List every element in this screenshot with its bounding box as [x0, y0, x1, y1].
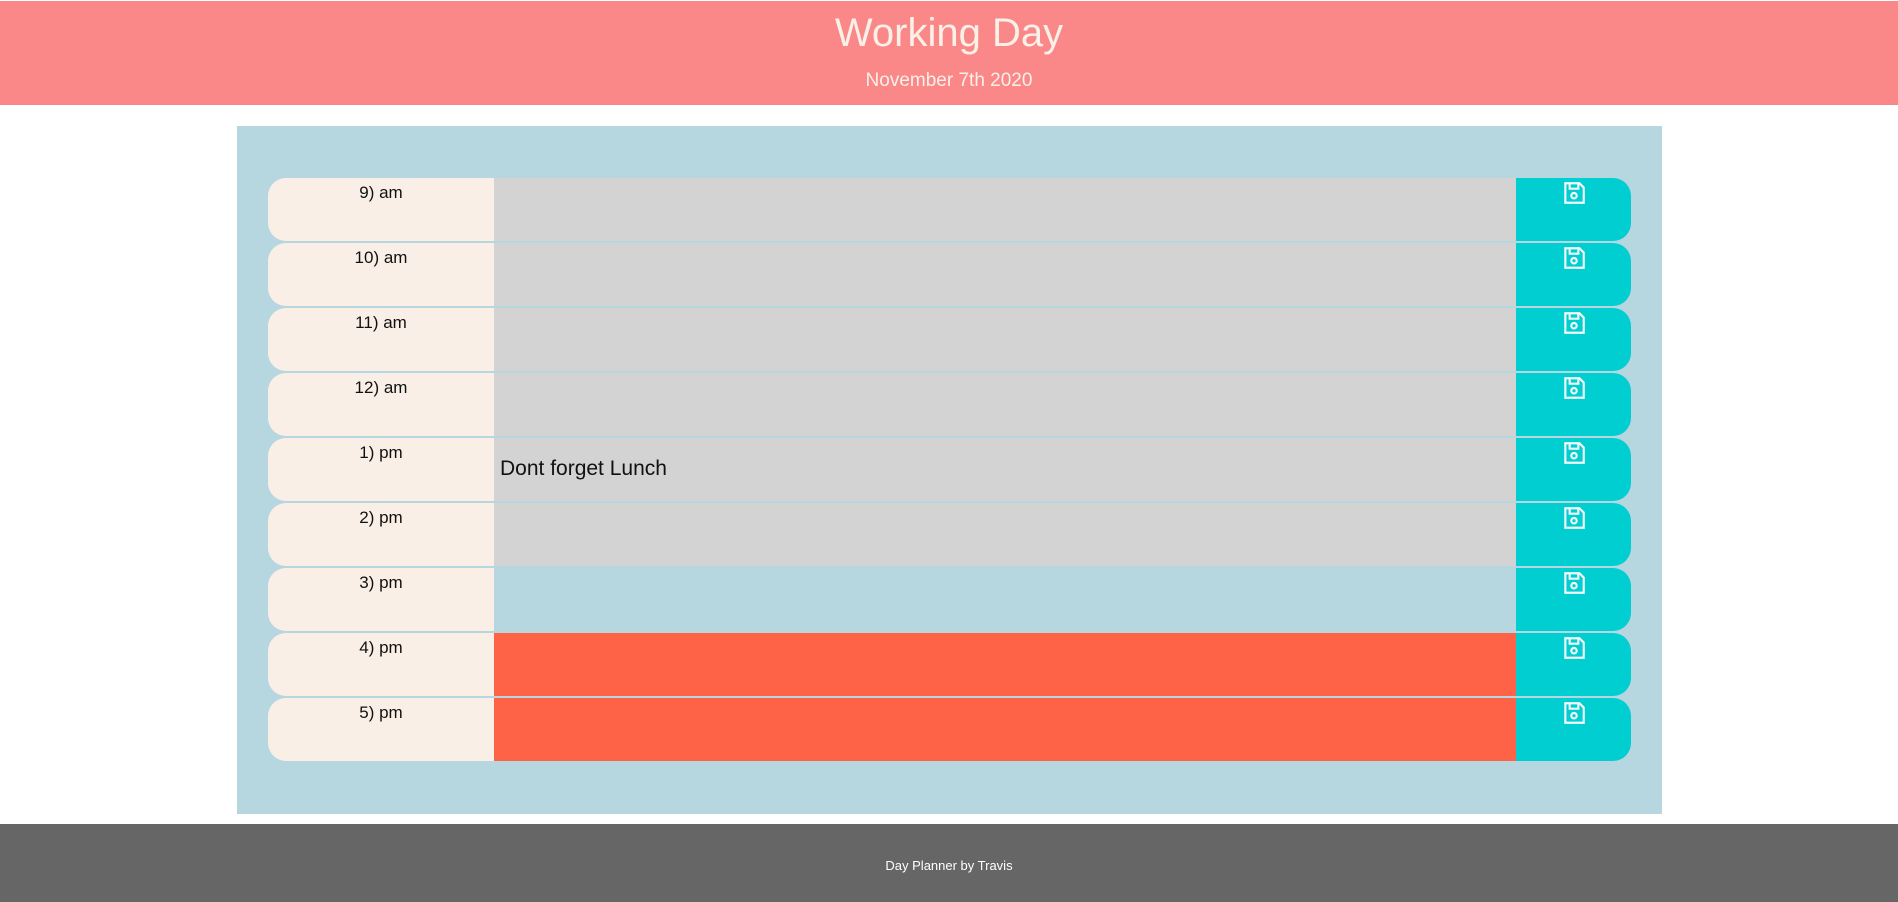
- floppy-disk-icon: [1561, 440, 1587, 471]
- time-block-row: 5) pm: [268, 698, 1631, 761]
- hour-label: 1) pm: [268, 438, 494, 501]
- hour-label: 10) am: [268, 243, 494, 306]
- hour-label: 12) am: [268, 373, 494, 436]
- save-button[interactable]: [1516, 308, 1631, 371]
- event-description[interactable]: [494, 698, 1516, 761]
- floppy-disk-icon: [1561, 310, 1587, 341]
- time-block-row: 11) am: [268, 308, 1631, 371]
- save-button[interactable]: [1516, 438, 1631, 501]
- save-button[interactable]: [1516, 698, 1631, 761]
- floppy-disk-icon: [1561, 700, 1587, 731]
- save-button[interactable]: [1516, 503, 1631, 566]
- time-block-row: 3) pm: [268, 568, 1631, 631]
- page-footer: Day Planner by Travis: [0, 824, 1898, 902]
- hour-label: 11) am: [268, 308, 494, 371]
- event-description[interactable]: [494, 178, 1516, 241]
- time-block-row: 2) pm: [268, 503, 1631, 566]
- planner-container: 9) am 10) am 11) am 12) am 1) pm Dont fo…: [237, 126, 1662, 814]
- time-block-row: 12) am: [268, 373, 1631, 436]
- footer-credit: Day Planner by Travis: [885, 858, 1013, 873]
- floppy-disk-icon: [1561, 635, 1587, 666]
- event-description[interactable]: Dont forget Lunch: [494, 438, 1516, 501]
- floppy-disk-icon: [1561, 245, 1587, 276]
- time-block-row: 4) pm: [268, 633, 1631, 696]
- save-button[interactable]: [1516, 178, 1631, 241]
- save-button[interactable]: [1516, 243, 1631, 306]
- save-button[interactable]: [1516, 373, 1631, 436]
- event-description[interactable]: [494, 633, 1516, 696]
- event-description[interactable]: [494, 568, 1516, 631]
- page-title: Working Day: [834, 11, 1064, 55]
- hour-label: 9) am: [268, 178, 494, 241]
- time-block-row: 10) am: [268, 243, 1631, 306]
- hour-label: 3) pm: [268, 568, 494, 631]
- time-block-row: 1) pm Dont forget Lunch: [268, 438, 1631, 501]
- hour-label: 2) pm: [268, 503, 494, 566]
- floppy-disk-icon: [1561, 505, 1587, 536]
- event-description[interactable]: [494, 308, 1516, 371]
- floppy-disk-icon: [1561, 180, 1587, 211]
- save-button[interactable]: [1516, 633, 1631, 696]
- event-description[interactable]: [494, 503, 1516, 566]
- save-button[interactable]: [1516, 568, 1631, 631]
- page-header: Working Day November 7th 2020: [0, 1, 1898, 105]
- time-block-row: 9) am: [268, 178, 1631, 241]
- hour-label: 4) pm: [268, 633, 494, 696]
- floppy-disk-icon: [1561, 375, 1587, 406]
- current-date: November 7th 2020: [865, 70, 1033, 91]
- event-description[interactable]: [494, 243, 1516, 306]
- hour-label: 5) pm: [268, 698, 494, 761]
- floppy-disk-icon: [1561, 570, 1587, 601]
- event-description[interactable]: [494, 373, 1516, 436]
